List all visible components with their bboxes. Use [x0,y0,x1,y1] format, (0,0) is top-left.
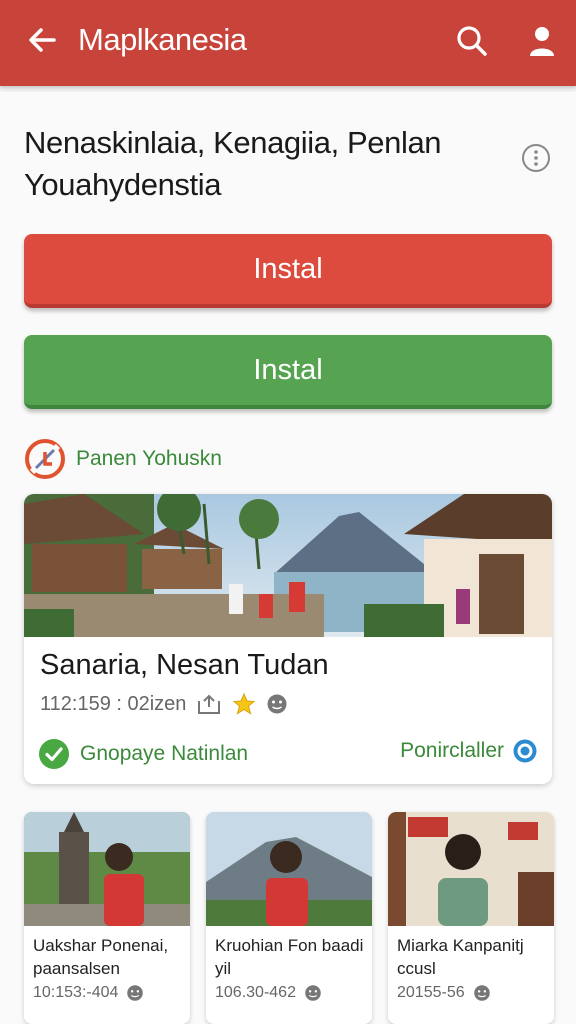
developer-row[interactable]: Panen Yohuskn [24,437,222,481]
thumbnail-meta-text-3: 20155-56 [397,984,465,1001]
emoji-icon [267,694,287,714]
featured-card[interactable]: Sanaria, Nesan Tudan 112:159 : 02izen Gn… [24,494,552,784]
thumbnail-title-2: Kruohian Fon baadi yil [215,936,364,978]
verified-label: Gnopaye Natinlan [80,742,249,765]
developer-name: Panen Yohuskn [76,447,222,470]
thumbnail-meta-2: 106.30-462 [215,984,322,1002]
right-action[interactable]: Ponirclaller [400,738,538,764]
verified-row: Gnopaye Natinlan [38,738,248,770]
developer-logo-icon [25,439,65,479]
thumbnail-photo-3 [388,812,554,926]
emoji-icon [127,985,144,1001]
featured-meta-text: 112:159 : 02izen [40,692,187,715]
app-bar: Maplkanesia [0,0,576,86]
featured-meta: 112:159 : 02izen [40,692,288,716]
thumbnail-title-1: Uakshar Ponenai, paansalsen [33,936,169,978]
back-arrow-icon[interactable] [24,22,60,58]
thumbnail-meta-3: 20155-56 [397,984,491,1002]
search-icon[interactable] [455,24,489,58]
thumbnail-meta-text-2: 106.30-462 [215,984,296,1001]
install-button-primary[interactable]: Instal [24,234,552,308]
thumbnail-card-2[interactable]: Kruohian Fon baadi yil 106.30-462 [206,812,372,1024]
target-icon [513,739,537,763]
install-button-secondary[interactable]: Instal [24,335,552,409]
featured-title: Sanaria, Nesan Tudan [40,649,329,681]
check-circle-icon [39,739,69,769]
thumbnail-card-1[interactable]: Uakshar Ponenai, paansalsen 10:153:-404 [24,812,190,1024]
more-options-icon[interactable] [520,142,552,174]
thumbnail-meta-1: 10:153:-404 [33,984,144,1002]
emoji-icon [305,985,321,1001]
thumbnail-title-3: Miarka Kanpanitj ccusl [397,936,524,978]
star-icon [233,692,256,715]
app-title: Nenaskinlaia, Kenagiia, Penlan Youahyden… [24,125,442,202]
thumbnail-photo-1 [24,812,190,926]
thumbnail-card-3[interactable]: Miarka Kanpanitj ccusl 20155-56 [388,812,554,1024]
thumbnail-meta-text-1: 10:153:-404 [33,984,119,1001]
featured-photo [24,494,552,637]
app-bar-title: Maplkanesia [78,22,247,57]
thumbnail-photo-2 [206,812,372,926]
emoji-icon [473,985,490,1001]
user-icon[interactable] [526,24,558,58]
right-action-label: Ponirclaller [400,739,504,762]
share-icon[interactable] [196,693,222,715]
